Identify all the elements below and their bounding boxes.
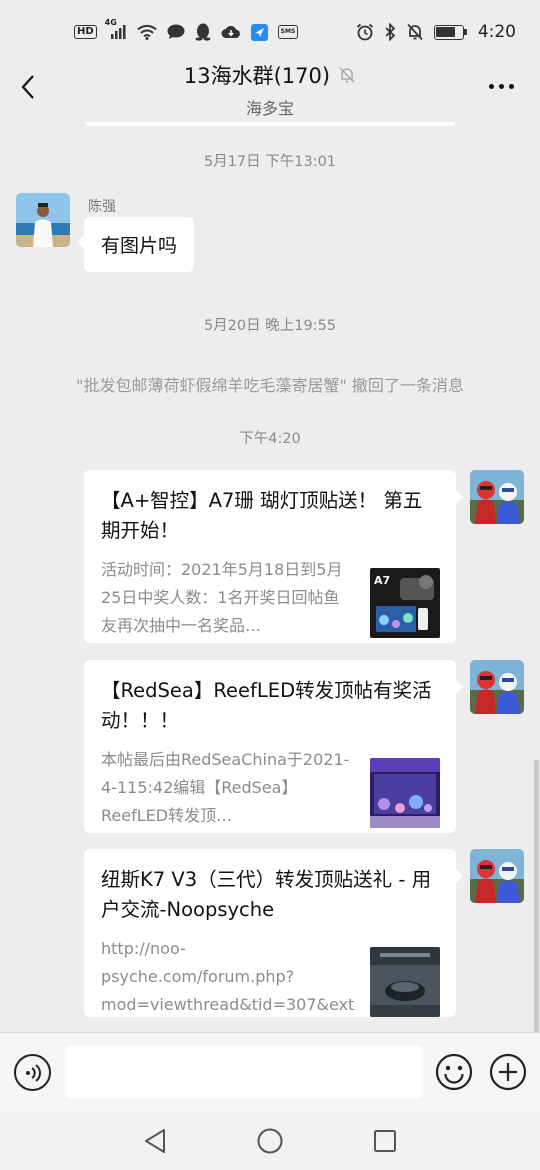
status-time: 4:20 bbox=[477, 22, 516, 42]
nav-back-button[interactable] bbox=[140, 1126, 170, 1156]
sms-icon: SMS bbox=[277, 25, 299, 39]
self-avatar[interactable] bbox=[470, 849, 524, 903]
mute-bell-icon bbox=[406, 23, 424, 41]
app-blue-icon bbox=[250, 23, 268, 41]
previous-message-bubble bbox=[84, 122, 456, 126]
link-card-thumbnail bbox=[370, 758, 440, 828]
link-card-description: http://noo-psyche.com/forum.php?mod=view… bbox=[101, 939, 355, 1014]
more-options-button[interactable] bbox=[489, 84, 514, 89]
emoji-button[interactable] bbox=[435, 1053, 473, 1091]
scrollbar[interactable] bbox=[534, 760, 539, 1032]
cloud-icon bbox=[221, 25, 241, 39]
dot-icon bbox=[509, 84, 514, 89]
link-card-description: 活动时间：2021年5月18日到5月25日中奖人数：1名开奖日回帖鱼友再次抽中一… bbox=[101, 560, 343, 635]
status-right-icons: 4:20 bbox=[356, 22, 516, 42]
emoji-icon bbox=[435, 1053, 473, 1091]
voice-input-button[interactable] bbox=[14, 1054, 51, 1091]
link-card-title: 纽斯K7 V3（三代）转发顶贴送礼 - 用户交流-Noopsyche bbox=[101, 868, 432, 921]
triangle-back-icon bbox=[145, 1129, 165, 1153]
message-input[interactable] bbox=[66, 1045, 422, 1099]
chevron-left-icon bbox=[21, 75, 34, 99]
timestamp: 5月20日 晚上19:55 bbox=[203, 318, 337, 334]
dot-icon bbox=[489, 84, 494, 89]
timestamp: 5月17日 下午13:01 bbox=[203, 154, 337, 170]
signal-4g-icon: 4G bbox=[105, 19, 127, 40]
thumb-label: A7 bbox=[374, 574, 390, 587]
link-card-message[interactable]: 纽斯K7 V3（三代）转发顶贴送礼 - 用户交流-Noopsyche http:… bbox=[84, 849, 463, 1017]
link-card-thumbnail: A7 bbox=[370, 568, 440, 638]
more-functions-button[interactable] bbox=[489, 1053, 527, 1091]
penguin-icon bbox=[195, 23, 211, 41]
voice-icon bbox=[25, 1063, 41, 1082]
chat-bubble-icon bbox=[167, 24, 185, 40]
chat-message-list[interactable]: 5月17日 下午13:01 陈强 有图片吗 5月20日 晚上19:55 "批发包… bbox=[0, 122, 540, 1032]
hd-icon: HD bbox=[74, 25, 97, 39]
chat-subtitle: 海多宝 bbox=[245, 99, 294, 118]
sender-name: 陈强 bbox=[88, 199, 116, 215]
link-card-title: 【RedSea】ReefLED转发顶帖有奖活动！！！ bbox=[101, 679, 432, 732]
timestamp: 下午4:20 bbox=[239, 431, 301, 447]
self-avatar[interactable] bbox=[470, 660, 524, 714]
recall-notice: "批发包邮薄荷虾假绵羊吃毛藻寄居蟹" 撤回了一条消息 bbox=[76, 376, 464, 395]
avatar[interactable] bbox=[16, 193, 70, 247]
status-bar: HD 4G SMS 4:20 bbox=[0, 0, 540, 64]
plus-icon bbox=[489, 1053, 527, 1091]
link-card-title: 【A+智控】A7珊 瑚灯顶贴送！ 第五期开始！ bbox=[101, 489, 423, 542]
network-label: 4G bbox=[104, 18, 117, 27]
muted-bell-icon bbox=[339, 67, 355, 83]
alarm-icon bbox=[356, 23, 374, 41]
self-avatar[interactable] bbox=[470, 470, 524, 524]
link-card-description: 本帖最后由RedSeaChina于2021-4-115:42编辑【RedSea】… bbox=[101, 750, 350, 825]
message-text: 有图片吗 bbox=[101, 235, 178, 257]
nav-home-button[interactable] bbox=[255, 1126, 285, 1156]
link-card-message[interactable]: 【A+智控】A7珊 瑚灯顶贴送！ 第五期开始！ 活动时间：2021年5月18日到… bbox=[84, 470, 463, 643]
battery-level bbox=[436, 27, 456, 37]
wifi-icon bbox=[136, 24, 157, 40]
chat-title-area[interactable]: 13海水群(170) 海多宝 bbox=[100, 60, 440, 119]
battery-icon bbox=[433, 24, 467, 40]
circle-home-icon bbox=[257, 1128, 283, 1154]
input-bar bbox=[0, 1032, 540, 1112]
status-left-icons: HD 4G SMS bbox=[74, 19, 299, 41]
dot-icon bbox=[499, 84, 504, 89]
square-recents-icon bbox=[374, 1130, 396, 1152]
bluetooth-icon bbox=[384, 23, 396, 41]
link-card-thumbnail bbox=[370, 947, 440, 1017]
back-button[interactable] bbox=[10, 66, 46, 108]
chat-title: 13海水群(170) bbox=[183, 64, 331, 88]
text-message-bubble[interactable]: 有图片吗 bbox=[76, 217, 195, 272]
chat-header: 13海水群(170) 海多宝 bbox=[0, 58, 540, 122]
system-navigation-bar bbox=[0, 1112, 540, 1170]
link-card-message[interactable]: 【RedSea】ReefLED转发顶帖有奖活动！！！ 本帖最后由RedSeaCh… bbox=[84, 660, 463, 833]
nav-recents-button[interactable] bbox=[370, 1126, 400, 1156]
